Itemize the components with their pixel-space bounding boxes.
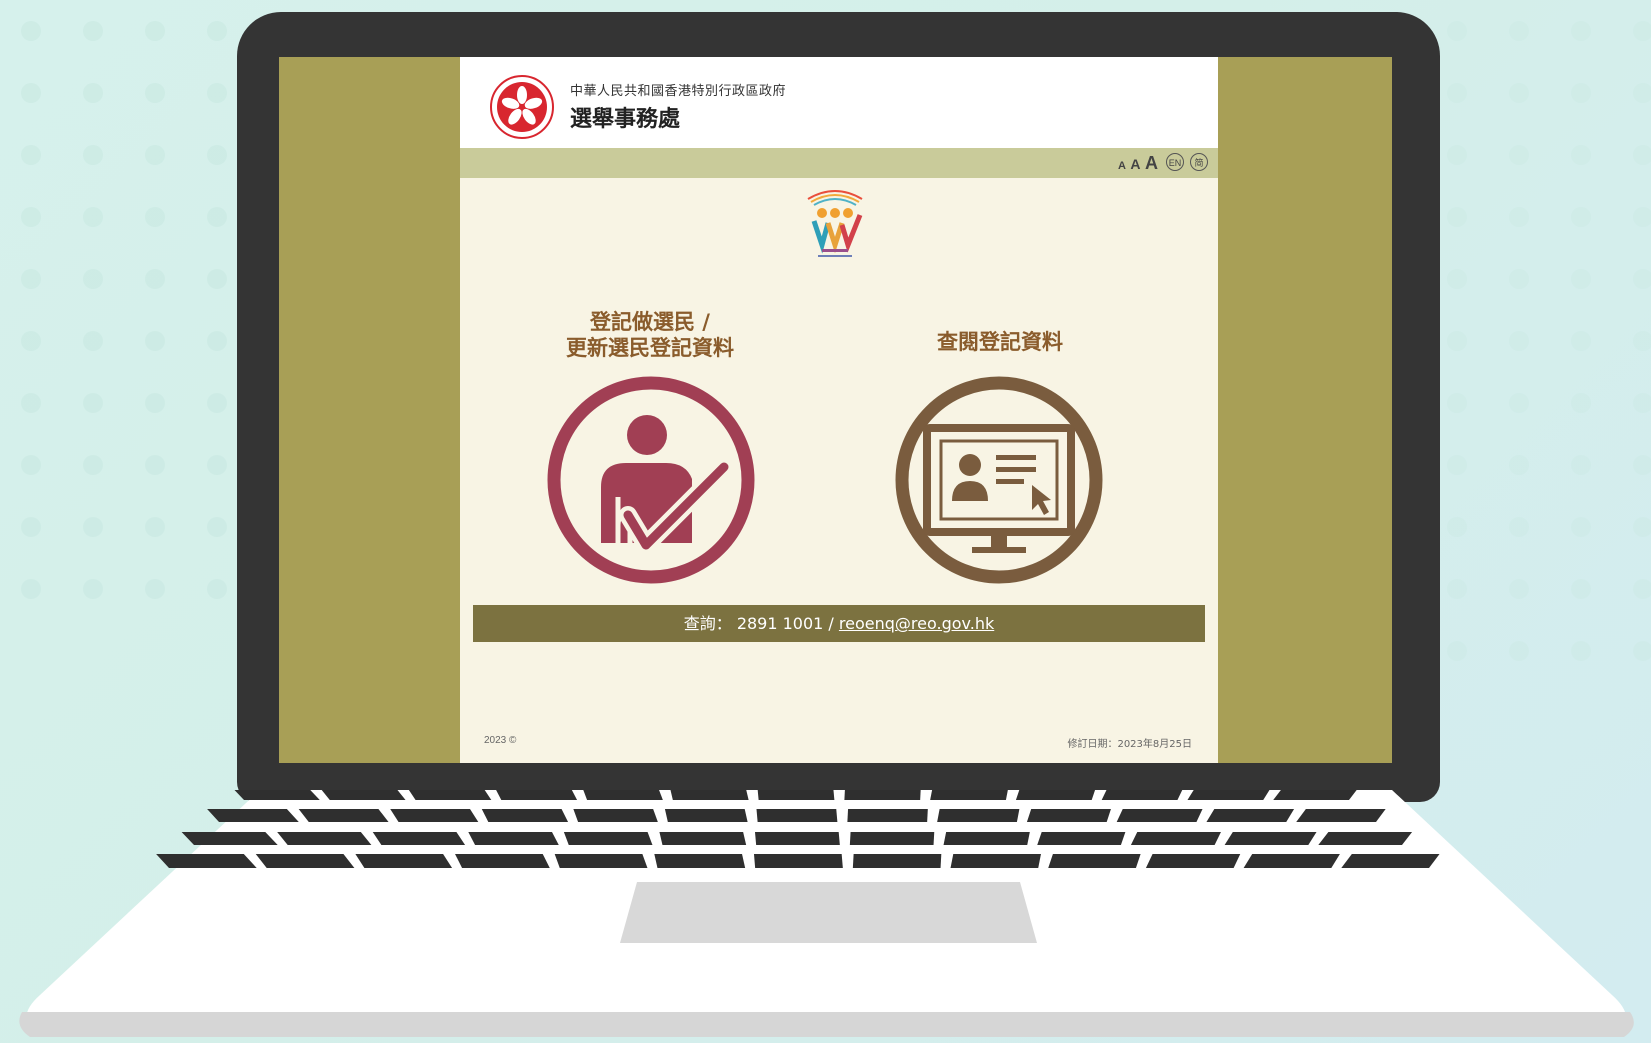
- enquiry-bar: 查詢： 2891 1001 / reoenq@reo.gov.hk: [473, 605, 1205, 642]
- keyboard-key: [753, 854, 843, 868]
- keyboard-key: [659, 832, 747, 845]
- check-registration-icon[interactable]: [894, 375, 1104, 585]
- keyboard-key: [1026, 809, 1111, 822]
- keyboard-key: [756, 809, 838, 822]
- keyboard-key: [1116, 809, 1203, 822]
- keyboard-key: [1037, 832, 1126, 845]
- keyboard-key: [481, 809, 569, 822]
- voter-registration-logo: [807, 190, 863, 257]
- keyboard-key: [455, 854, 550, 868]
- enquiry-label: 查詢： 2891 1001 /: [683, 614, 839, 633]
- keyboard-key: [1296, 809, 1386, 822]
- keyboard-key: [1130, 832, 1221, 845]
- keyboard-key: [754, 832, 840, 845]
- keyboard-key: [847, 809, 928, 822]
- keyboard-key: [468, 832, 559, 845]
- font-size-large-button[interactable]: A: [1145, 153, 1158, 174]
- laptop-trackpad: [620, 882, 1037, 943]
- lang-en-button[interactable]: EN: [1166, 153, 1184, 171]
- font-size-small-button[interactable]: A: [1118, 160, 1126, 172]
- lang-sc-button[interactable]: 简: [1190, 153, 1208, 171]
- keyboard-key: [563, 832, 653, 845]
- copyright-text: 2023 ©: [484, 735, 517, 746]
- keyboard-key: [298, 809, 389, 822]
- register-title-line1: 登記做選民 /: [590, 310, 710, 334]
- register-voter-icon[interactable]: [546, 375, 756, 585]
- hksar-emblem-logo: [490, 75, 554, 139]
- keyboard-key: [255, 854, 355, 868]
- keyboard-key: [355, 854, 453, 868]
- keyboard-key: [1145, 854, 1241, 868]
- keyboard-key: [1341, 854, 1440, 868]
- keyboard-key: [664, 809, 748, 822]
- keyboard-key: [849, 832, 935, 845]
- keyboard-key: [1206, 809, 1295, 822]
- keyboard-key: [277, 832, 372, 845]
- keyboard-key: [852, 854, 942, 868]
- keyboard-key: [181, 832, 278, 845]
- register-title-line2: 更新選民登記資料: [566, 336, 734, 360]
- register-option-title[interactable]: 登記做選民 / 更新選民登記資料: [540, 309, 760, 361]
- keyboard-key: [1243, 854, 1340, 868]
- toolbar: A A A EN 简: [460, 148, 1218, 178]
- keyboard-key: [554, 854, 648, 868]
- dept-name: 選舉事務處: [570, 107, 681, 132]
- font-size-medium-button[interactable]: A: [1130, 156, 1140, 172]
- keyboard-key: [937, 809, 1020, 822]
- enquiry-email-link[interactable]: reoenq@reo.gov.hk: [839, 614, 994, 633]
- gov-name: 中華人民共和國香港特別行政區政府: [570, 84, 787, 99]
- web-page: 中華人民共和國香港特別行政區政府 選舉事務處 A A A EN 简 登記做選民 …: [460, 57, 1218, 763]
- gov-header: 中華人民共和國香港特別行政區政府 選舉事務處: [460, 57, 1218, 148]
- keyboard-key: [207, 809, 299, 822]
- keyboard-key: [390, 809, 479, 822]
- keyboard-key: [654, 854, 746, 868]
- keyboard-key: [372, 832, 466, 845]
- check-record-option-title[interactable]: 查閱登記資料: [890, 329, 1110, 355]
- keyboard-key: [943, 832, 1030, 845]
- laptop-keyboard-base: [19, 790, 1634, 1037]
- revision-date: 修訂日期：2023年8月25日: [1067, 739, 1192, 750]
- keyboard-key: [1318, 832, 1413, 845]
- font-size-controls: A A A: [1118, 153, 1158, 174]
- keyboard-key: [573, 809, 658, 822]
- keyboard-key: [1224, 832, 1317, 845]
- keyboard-key: [1048, 854, 1141, 868]
- keyboard-key: [156, 854, 257, 868]
- laptop-screen: 中華人民共和國香港特別行政區政府 選舉事務處 A A A EN 简 登記做選民 …: [279, 57, 1392, 763]
- keyboard-key: [950, 854, 1041, 868]
